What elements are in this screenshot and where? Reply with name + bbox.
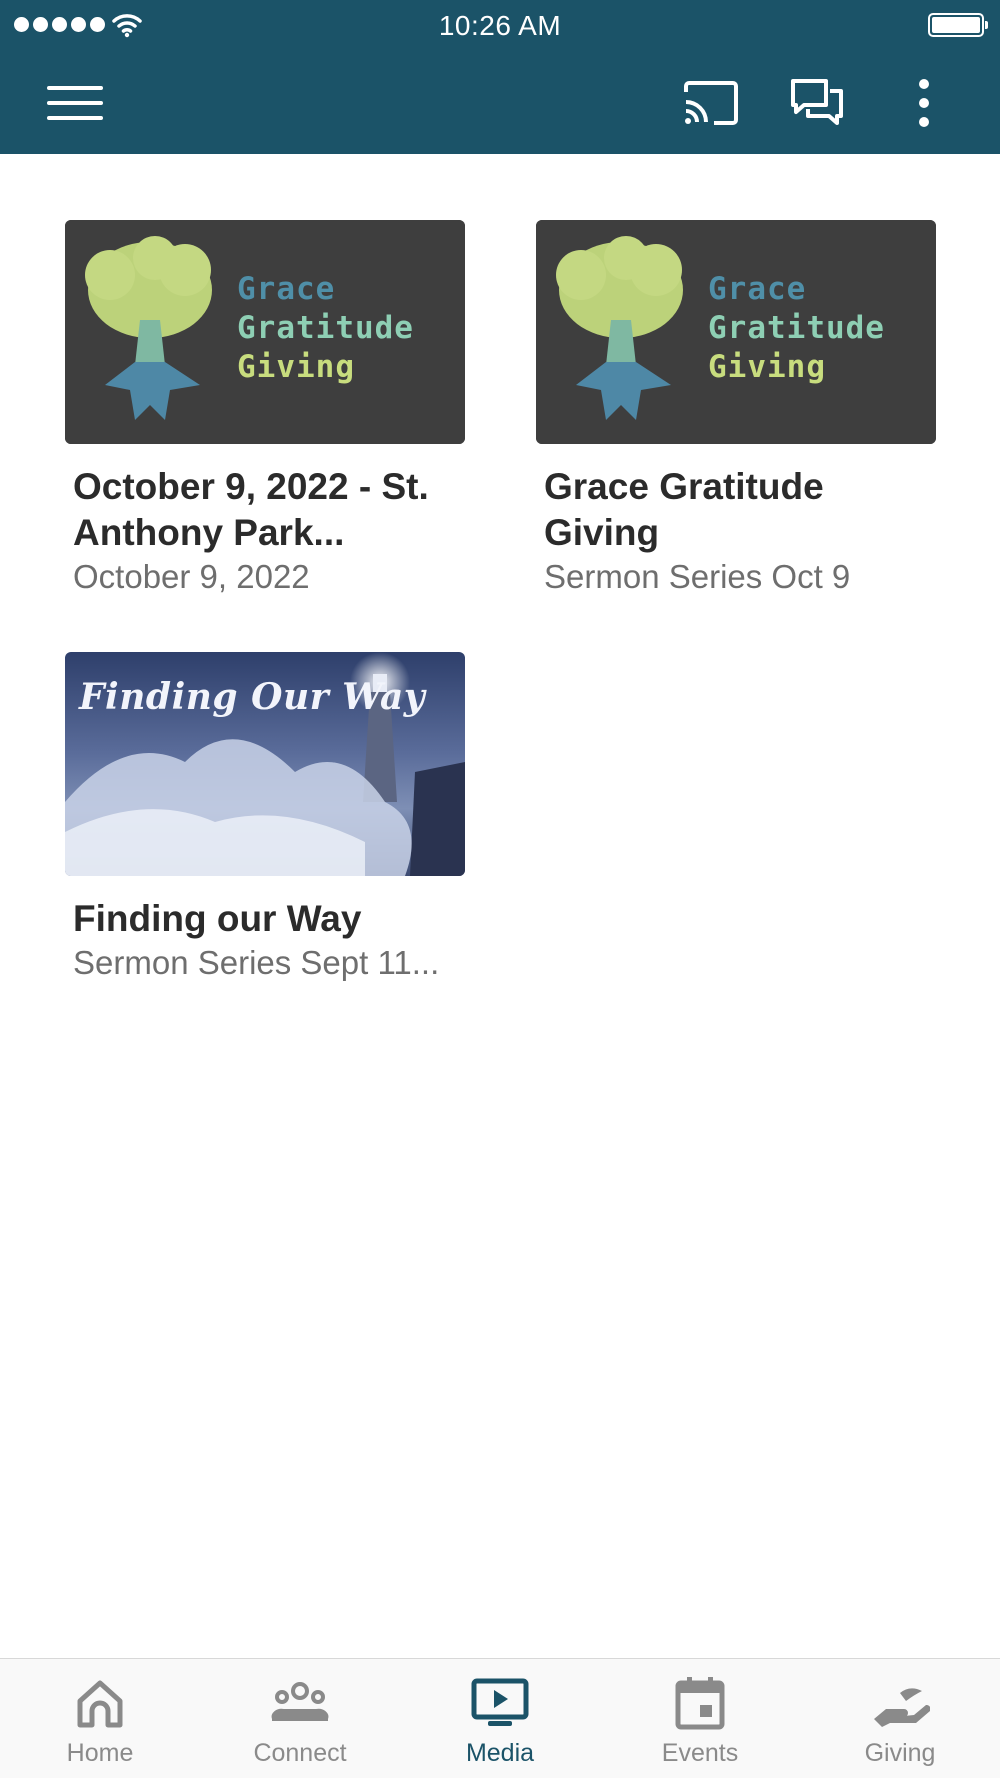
battery-icon xyxy=(928,13,988,37)
tab-media[interactable]: Media xyxy=(400,1659,600,1778)
media-card[interactable]: Finding Our Way Finding our Way Sermon S… xyxy=(65,652,465,984)
media-thumbnail: Grace Gratitude Giving xyxy=(536,220,936,444)
status-bar: 10:26 AM xyxy=(0,0,1000,52)
more-options-button[interactable] xyxy=(902,72,946,134)
chat-button[interactable] xyxy=(782,72,852,134)
app-bar xyxy=(0,52,1000,154)
bottom-tab-bar: Home Connect Media Events Giving xyxy=(0,1658,1000,1778)
tv-play-icon xyxy=(471,1678,529,1726)
more-vertical-icon xyxy=(919,79,929,127)
giving-hand-icon xyxy=(874,1688,930,1727)
hamburger-menu-icon xyxy=(47,86,103,120)
home-icon xyxy=(77,1680,123,1728)
tab-giving[interactable]: Giving xyxy=(800,1659,1000,1778)
thumbnail-text: Grace Gratitude Giving xyxy=(237,271,414,385)
thumbnail-text: Finding Our Way xyxy=(79,676,426,718)
people-icon xyxy=(271,1682,329,1721)
tab-label: Media xyxy=(465,1739,535,1767)
media-grid: Grace Gratitude Giving October 9, 2022 -… xyxy=(0,154,1000,1658)
media-card[interactable]: Grace Gratitude Giving October 9, 2022 -… xyxy=(65,220,465,598)
media-subtitle: Sermon Series Sept 11... xyxy=(73,944,440,981)
tab-events[interactable]: Events xyxy=(600,1659,800,1778)
cast-icon xyxy=(684,81,738,125)
tab-label: Events xyxy=(661,1739,739,1767)
tab-connect[interactable]: Connect xyxy=(200,1659,400,1778)
status-time: 10:26 AM xyxy=(438,10,562,41)
tab-label: Home xyxy=(66,1739,134,1767)
tab-label: Giving xyxy=(864,1739,936,1767)
media-subtitle: Sermon Series Oct 9 xyxy=(544,558,851,595)
tab-label: Connect xyxy=(253,1739,347,1767)
menu-button[interactable] xyxy=(40,76,110,130)
calendar-icon xyxy=(675,1677,725,1730)
media-card[interactable]: Grace Gratitude Giving Grace Gratitude G… xyxy=(536,220,936,598)
media-thumbnail: Grace Gratitude Giving xyxy=(65,220,465,444)
tab-home[interactable]: Home xyxy=(0,1659,200,1778)
media-thumbnail: Finding Our Way xyxy=(65,652,465,876)
chat-icon xyxy=(791,79,843,125)
media-subtitle: October 9, 2022 xyxy=(73,558,310,595)
media-title: Finding our Way xyxy=(73,898,362,939)
media-title: Grace Gratitude Giving xyxy=(544,466,824,553)
thumbnail-text: Grace Gratitude Giving xyxy=(708,271,885,385)
media-title: October 9, 2022 - St. Anthony Park... xyxy=(73,466,429,553)
cast-button[interactable] xyxy=(676,72,746,134)
